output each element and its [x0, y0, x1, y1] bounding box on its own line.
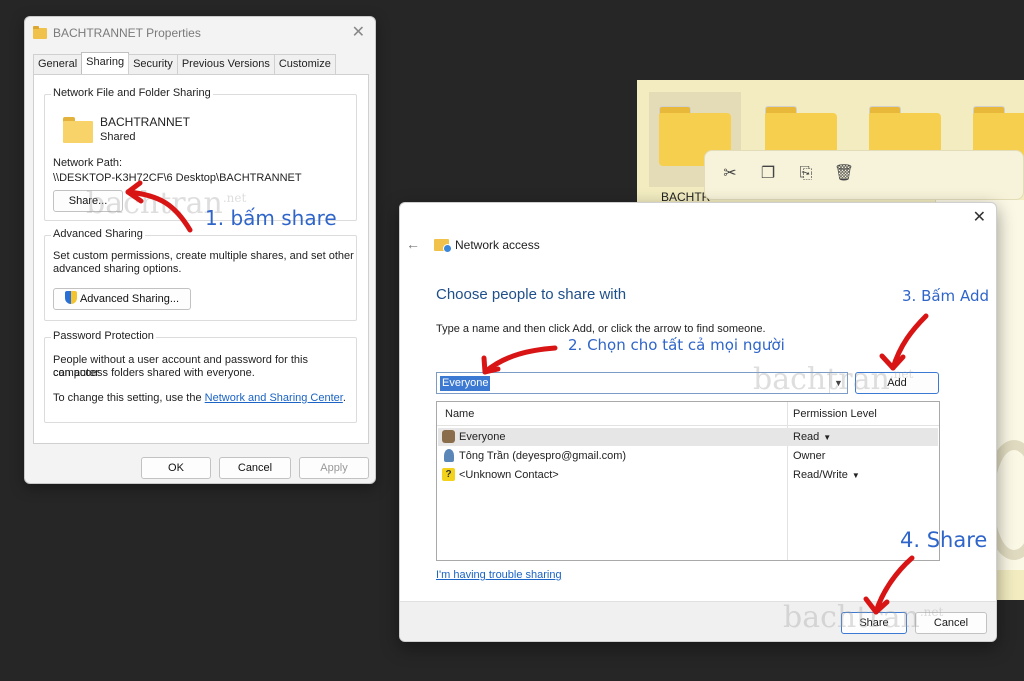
tab-security[interactable]: Security [128, 54, 178, 74]
annotation-step2: 2. Chọn cho tất cả mọi người [568, 336, 785, 354]
dialog-title: BACHTRANNET Properties [33, 25, 201, 41]
annotation-step1: 1. bấm share [205, 206, 337, 230]
context-toolbar: ✂ ❐ ⎘ 🗑 [704, 150, 1024, 200]
dialog-header-text: Network access [455, 238, 540, 252]
folder-name: BACHTRANNET [100, 115, 191, 129]
row-permission: Read [793, 431, 820, 443]
cut-icon[interactable]: ✂ [719, 163, 741, 185]
watermark-text: bachtran [753, 362, 890, 397]
choose-people-heading: Choose people to share with [436, 286, 627, 303]
copy-icon[interactable]: ❐ [757, 163, 779, 185]
share-status: Shared [100, 131, 136, 143]
trouble-sharing-link[interactable]: I'm having trouble sharing [436, 569, 562, 581]
close-icon[interactable]: ✕ [973, 207, 986, 227]
network-path-value: \\DESKTOP-K3H72CF\6 Desktop\BACHTRANNET [53, 172, 302, 184]
row-permission: Read/Write [793, 469, 848, 481]
change-prefix: To change this setting, use the [53, 392, 205, 404]
combobox-selected-text: Everyone [440, 376, 491, 391]
group-legend: Advanced Sharing [51, 228, 145, 240]
tab-sharing[interactable]: Sharing [81, 52, 130, 74]
dialog-title-text: BACHTRANNET Properties [53, 26, 201, 40]
uac-shield-icon [64, 291, 77, 304]
list-item[interactable]: ? <Unknown Contact> Read/Write ▼ [438, 466, 938, 484]
change-suffix: . [342, 392, 346, 404]
annotation-step4: 4. Share [900, 528, 988, 552]
delete-icon[interactable]: 🗑 [833, 163, 855, 185]
users-group-icon [442, 430, 455, 443]
user-icon [444, 449, 454, 462]
advanced-desc-line1: Set custom permissions, create multiple … [53, 250, 354, 262]
column-header-permission[interactable]: Permission Level [793, 408, 877, 420]
group-legend: Password Protection [51, 330, 156, 342]
network-sharing-center-link[interactable]: Network and Sharing Center [205, 392, 343, 404]
sharing-tab-page: Network File and Folder Sharing BACHTRAN… [33, 74, 369, 444]
list-item[interactable]: Tông Trần (deyespro@gmail.com) Owner [438, 447, 938, 465]
watermark-sub: .net [222, 191, 247, 205]
watermark: bachtran.net [783, 600, 943, 635]
watermark: bachtran.net [753, 362, 913, 397]
row-name: <Unknown Contact> [459, 469, 559, 481]
permission-dropdown[interactable]: Read/Write ▼ [793, 469, 860, 481]
row-permission: Owner [793, 450, 826, 462]
folder-icon [33, 25, 47, 39]
watermark-sub: .net [889, 367, 914, 381]
watermark-text: bachtran [86, 186, 223, 221]
list-header: Name Permission Level [437, 402, 939, 426]
advanced-sharing-button[interactable]: Advanced Sharing... [53, 288, 191, 310]
permission-dropdown[interactable]: Read ▼ [793, 431, 831, 443]
network-path-label: Network Path: [53, 157, 123, 169]
tab-customize[interactable]: Customize [273, 54, 336, 74]
column-header-name[interactable]: Name [445, 408, 474, 420]
watermark-text: bachtran [783, 600, 920, 635]
apply-button[interactable]: Apply [299, 457, 369, 479]
advanced-desc-line2: advanced sharing options. [53, 263, 182, 275]
row-name: Everyone [459, 431, 506, 443]
network-access-dialog: ✕ ← Network access Choose people to shar… [399, 202, 997, 642]
advanced-sharing-label: Advanced Sharing... [79, 293, 180, 305]
permissions-list: Name Permission Level Everyone Read ▼ Tôn… [436, 401, 940, 561]
chevron-down-icon: ▼ [851, 471, 860, 480]
chevron-down-icon: ▼ [823, 433, 832, 442]
tab-strip: General Sharing Security Previous Versio… [33, 52, 336, 74]
password-change-text: To change this setting, use the Network … [53, 392, 346, 405]
unknown-contact-icon: ? [442, 468, 455, 481]
dialog-header: Network access [434, 238, 540, 253]
annotation-step3: 3. Bấm Add [902, 287, 989, 305]
watermark-sub: .net [919, 605, 944, 619]
group-legend: Network File and Folder Sharing [51, 87, 213, 99]
tab-previous-versions[interactable]: Previous Versions [176, 54, 275, 74]
row-name: Tông Trần (deyespro@gmail.com) [459, 450, 627, 462]
list-item[interactable]: Everyone Read ▼ [438, 428, 938, 446]
network-folder-icon [434, 239, 452, 253]
back-arrow-icon[interactable]: ← [406, 236, 420, 252]
instruction-text: Type a name and then click Add, or click… [436, 323, 766, 335]
shared-folder-icon [63, 117, 93, 143]
close-icon[interactable]: ✕ [352, 22, 365, 42]
advanced-sharing-group: Advanced Sharing Set custom permissions,… [44, 228, 357, 321]
tab-general[interactable]: General [33, 54, 83, 74]
cancel-button[interactable]: Cancel [219, 457, 291, 479]
rename-icon[interactable]: ⎘ [795, 163, 817, 185]
password-desc-line2: can access folders shared with everyone. [53, 367, 255, 379]
properties-dialog: BACHTRANNET Properties ✕ General Sharing… [24, 16, 376, 484]
ok-button[interactable]: OK [141, 457, 211, 479]
password-protection-group: Password Protection People without a use… [44, 330, 357, 423]
